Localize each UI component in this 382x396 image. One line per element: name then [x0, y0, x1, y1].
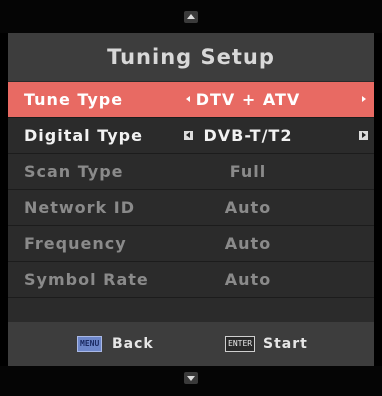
menu-row-network-id[interactable]: Network ID Auto: [8, 190, 374, 225]
scroll-down-icon[interactable]: [184, 372, 198, 384]
start-hint[interactable]: Start: [263, 322, 308, 366]
scroll-up-icon[interactable]: [184, 11, 198, 23]
value-right-arrow-icon[interactable]: [359, 95, 368, 104]
row-label: Tune Type: [24, 90, 124, 109]
menu-key-icon: MENU: [77, 336, 103, 352]
tuning-setup-panel: Tuning Setup Tune Type DTV + ATV Digital…: [8, 33, 374, 366]
row-value: Auto: [224, 270, 272, 289]
row-value: DVB-T/T2: [203, 126, 293, 145]
top-bar: [0, 0, 382, 33]
row-label: Scan Type: [24, 162, 124, 181]
row-label: Symbol Rate: [24, 270, 149, 289]
row-value: DTV + ATV: [195, 90, 301, 109]
page-title: Tuning Setup: [8, 33, 374, 81]
footer-hint-bar: MENU Back ENTER Start: [8, 322, 374, 366]
menu-row-symbol-rate[interactable]: Symbol Rate Auto: [8, 262, 374, 297]
row-value: Full: [229, 162, 267, 181]
row-label: Digital Type: [24, 126, 143, 145]
back-hint[interactable]: Back: [112, 322, 154, 366]
row-value: Auto: [224, 198, 272, 217]
menu-row-frequency[interactable]: Frequency Auto: [8, 226, 374, 261]
enter-key-icon: ENTER: [225, 336, 256, 352]
row-label: Network ID: [24, 198, 135, 217]
menu-row-tune-type[interactable]: Tune Type DTV + ATV: [8, 82, 374, 117]
row-value: Auto: [224, 234, 272, 253]
tv-menu-screen: Tuning Setup Tune Type DTV + ATV Digital…: [0, 0, 382, 396]
menu-row-scan-type[interactable]: Scan Type Full: [8, 154, 374, 189]
menu-row-digital-type[interactable]: Digital Type DVB-T/T2: [8, 118, 374, 153]
value-right-arrow-icon[interactable]: [359, 131, 368, 140]
divider: [8, 297, 374, 298]
row-label: Frequency: [24, 234, 127, 253]
